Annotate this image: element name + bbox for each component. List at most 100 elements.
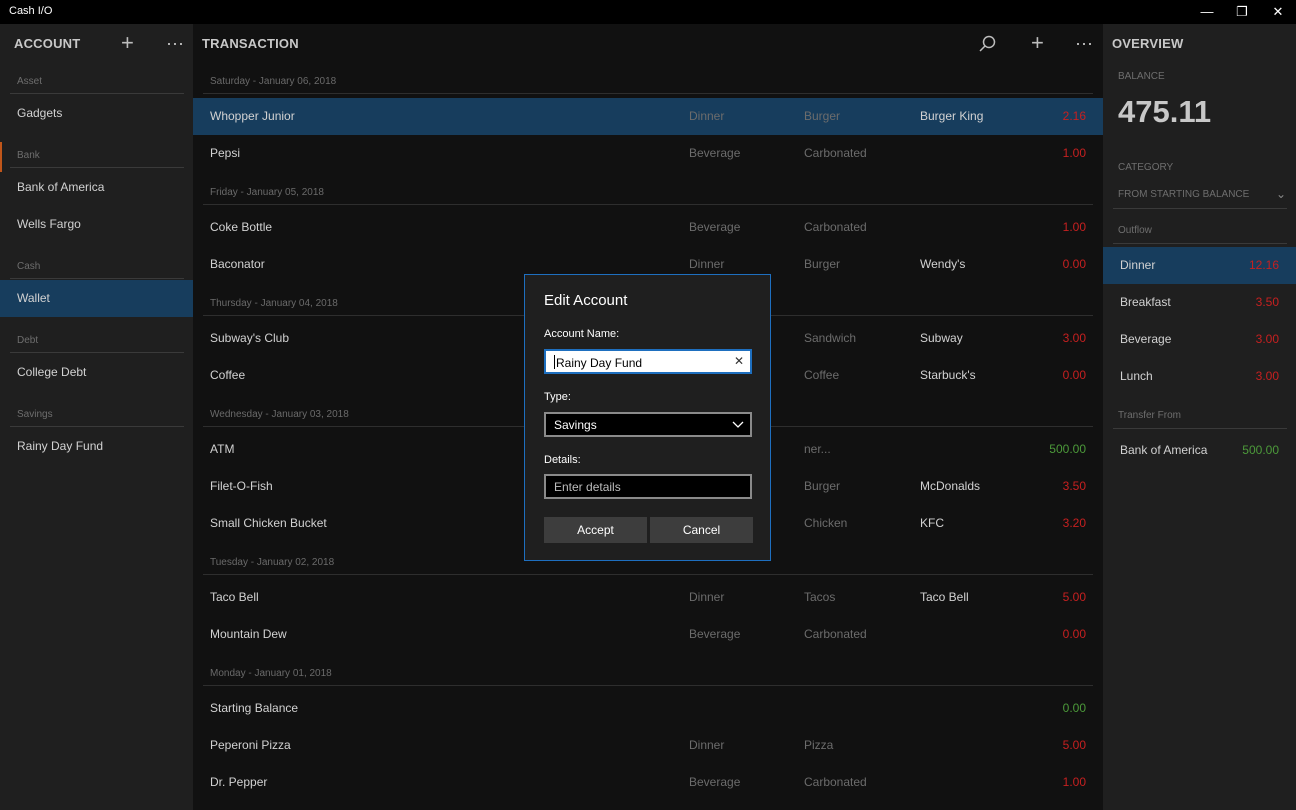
transaction-amount: 3.00 xyxy=(1062,331,1086,345)
transaction-subcategory: Carbonated xyxy=(804,775,867,789)
transaction-row[interactable]: Starting Balance 0.00 xyxy=(193,690,1103,727)
divider xyxy=(1113,208,1287,209)
transaction-row[interactable]: Taco Bell Dinner Tacos Taco Bell 5.00 xyxy=(193,579,1103,616)
transaction-subcategory: Carbonated xyxy=(804,146,867,160)
account-group-label: Cash xyxy=(17,261,41,272)
outflow-item-lunch[interactable]: Lunch 3.00 xyxy=(1103,358,1296,395)
dialog-title: Edit Account xyxy=(544,292,628,309)
account-item-label: Bank of America xyxy=(17,180,105,194)
transaction-amount: 0.00 xyxy=(1062,368,1086,382)
divider xyxy=(10,167,184,168)
transaction-subcategory: Burger xyxy=(804,109,841,123)
more-icon[interactable]: ⋯ xyxy=(166,35,184,53)
account-item-label: Gadgets xyxy=(17,106,63,120)
account-name-input[interactable]: Rainy Day Fund ✕ xyxy=(544,349,752,374)
selection-marker xyxy=(0,142,2,172)
outflow-amount: 3.50 xyxy=(1255,295,1279,309)
outflow-item-breakfast[interactable]: Breakfast 3.50 xyxy=(1103,284,1296,321)
transaction-vendor: Starbuck's xyxy=(920,368,976,382)
transaction-subcategory: Chicken xyxy=(804,516,848,530)
more-icon[interactable]: ⋯ xyxy=(1075,35,1093,53)
transaction-vendor: Subway xyxy=(920,331,963,345)
account-item-label: Wells Fargo xyxy=(17,217,81,231)
account-item-bank-of-america[interactable]: Bank of America xyxy=(0,169,193,206)
details-placeholder: Enter details xyxy=(554,480,621,494)
account-pane: ACCOUNT + ⋯ Asset Gadgets Bank Bank of Amer… xyxy=(0,24,193,810)
transaction-vendor: Taco Bell xyxy=(920,590,969,604)
account-item-college-debt[interactable]: College Debt xyxy=(0,354,193,391)
transaction-name: Peperoni Pizza xyxy=(210,738,291,752)
details-label: Details: xyxy=(544,454,581,466)
type-select[interactable]: Savings xyxy=(544,412,752,437)
accept-button[interactable]: Accept xyxy=(544,517,647,543)
category-value: FROM STARTING BALANCE xyxy=(1118,189,1250,200)
minimize-icon[interactable]: — xyxy=(1190,0,1224,24)
outflow-item-beverage[interactable]: Beverage 3.00 xyxy=(1103,321,1296,358)
transaction-name: ATM xyxy=(210,442,235,456)
transaction-row[interactable]: Dr. Pepper Beverage Carbonated 1.00 xyxy=(193,764,1103,801)
transaction-row[interactable]: Peperoni Pizza Dinner Pizza 5.00 xyxy=(193,727,1103,764)
transaction-subcategory: Burger xyxy=(804,257,841,271)
close-icon[interactable]: ✕ xyxy=(1261,0,1295,24)
search-icon[interactable] xyxy=(979,35,997,53)
transaction-row[interactable]: Coke Bottle Beverage Carbonated 1.00 xyxy=(193,209,1103,246)
transaction-name: Mountain Dew xyxy=(210,627,287,641)
transaction-row[interactable]: Whopper Junior Dinner Burger Burger King 2.1… xyxy=(193,98,1103,135)
clear-icon[interactable]: ✕ xyxy=(734,354,744,368)
restore-icon[interactable]: ❐ xyxy=(1225,0,1259,24)
divider xyxy=(1113,243,1287,244)
divider xyxy=(10,93,184,94)
overview-header: OVERVIEW xyxy=(1112,36,1184,51)
date-header: Thursday - January 04, 2018 xyxy=(210,298,338,309)
chevron-down-icon xyxy=(732,421,744,428)
transaction-subcategory: Carbonated xyxy=(804,220,867,234)
transaction-category: Beverage xyxy=(689,146,741,160)
transaction-name: Dr. Pepper xyxy=(210,775,268,789)
transaction-vendor: Wendy's xyxy=(920,257,966,271)
transaction-category: Dinner xyxy=(689,738,725,752)
transaction-category: Dinner xyxy=(689,109,725,123)
outflow-name: Dinner xyxy=(1120,258,1156,272)
transaction-header: TRANSACTION xyxy=(202,36,299,51)
category-dropdown[interactable]: FROM STARTING BALANCE ⌄ xyxy=(1118,187,1286,201)
transaction-row[interactable]: Mountain Dew Beverage Carbonated 0.00 xyxy=(193,616,1103,653)
transaction-amount: 3.20 xyxy=(1062,516,1086,530)
transaction-category: Beverage xyxy=(689,220,741,234)
title-bar: Cash I/O — ❐ ✕ xyxy=(0,0,1296,24)
transaction-category: Dinner xyxy=(689,590,725,604)
transaction-amount: 1.00 xyxy=(1062,220,1086,234)
divider xyxy=(10,278,184,279)
transaction-vendor: Burger King xyxy=(920,109,984,123)
divider xyxy=(10,426,184,427)
transaction-amount: 0.00 xyxy=(1062,701,1086,715)
transaction-category: Beverage xyxy=(689,775,741,789)
add-transaction-icon[interactable]: + xyxy=(1031,32,1044,54)
account-item-label: College Debt xyxy=(17,365,87,379)
transaction-amount: 500.00 xyxy=(1049,442,1086,456)
date-header: Tuesday - January 02, 2018 xyxy=(210,557,335,568)
account-item-wallet[interactable]: Wallet xyxy=(0,280,193,317)
account-name-value: Rainy Day Fund xyxy=(554,355,643,370)
account-item-gadgets[interactable]: Gadgets xyxy=(0,95,193,132)
add-account-icon[interactable]: + xyxy=(121,32,134,54)
transaction-name: Starting Balance xyxy=(210,701,299,715)
transaction-amount: 3.50 xyxy=(1062,479,1086,493)
cancel-button[interactable]: Cancel xyxy=(650,517,753,543)
details-input[interactable]: Enter details xyxy=(544,474,752,499)
transaction-amount: 2.16 xyxy=(1062,109,1086,123)
transaction-subcategory: Tacos xyxy=(804,590,836,604)
divider xyxy=(203,685,1093,686)
balance-value: 475.11 xyxy=(1118,94,1212,129)
transaction-name: Pepsi xyxy=(210,146,241,160)
transaction-name: Taco Bell xyxy=(210,590,259,604)
transfer-item-bank-of-america[interactable]: Bank of America 500.00 xyxy=(1103,432,1296,469)
outflow-item-dinner[interactable]: Dinner 12.16 xyxy=(1103,247,1296,284)
transaction-amount: 5.00 xyxy=(1062,738,1086,752)
type-value: Savings xyxy=(554,418,597,432)
transaction-name: Filet-O-Fish xyxy=(210,479,273,493)
account-item-rainy-day-fund[interactable]: Rainy Day Fund xyxy=(0,428,193,465)
divider xyxy=(1113,428,1287,429)
chevron-down-icon: ⌄ xyxy=(1275,187,1286,201)
transaction-row[interactable]: Pepsi Beverage Carbonated 1.00 xyxy=(193,135,1103,172)
account-item-wells-fargo[interactable]: Wells Fargo xyxy=(0,206,193,243)
